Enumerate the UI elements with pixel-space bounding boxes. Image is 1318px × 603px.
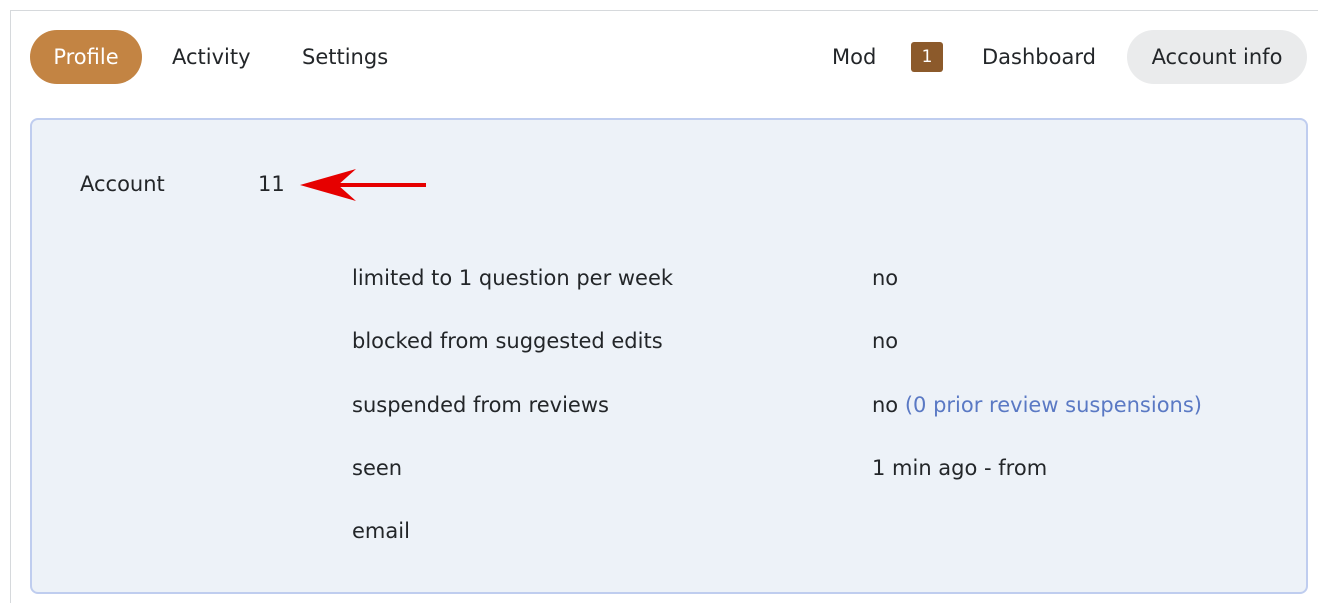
row-label-question-limit: limited to 1 question per week	[352, 266, 674, 290]
row-value-suggested-edits: no	[872, 329, 899, 353]
tab-settings[interactable]: Settings	[302, 30, 388, 84]
row-value-question-limit: no	[872, 266, 899, 290]
tab-profile[interactable]: Profile	[30, 30, 142, 84]
tab-mod[interactable]: Mod	[832, 30, 876, 84]
mod-count-badge[interactable]: 1	[911, 42, 943, 72]
row-value-seen: 1 min ago - from	[872, 456, 1048, 480]
row-label-review-suspension: suspended from reviews	[352, 393, 609, 417]
prior-review-suspensions-link[interactable]: (0 prior review suspensions)	[905, 393, 1202, 417]
account-id-value: 11	[258, 172, 285, 196]
profile-nav: Profile Activity Settings Mod 1 Dashboar…	[0, 0, 1318, 115]
row-label-suggested-edits: blocked from suggested edits	[352, 329, 663, 353]
account-info-panel: Account 11 limited to 1 question per wee…	[30, 118, 1308, 594]
tab-account-info[interactable]: Account info	[1127, 30, 1307, 84]
row-value-review-suspension: no (0 prior review suspensions)	[872, 393, 1202, 417]
review-suspension-status: no	[872, 393, 899, 417]
tab-dashboard[interactable]: Dashboard	[982, 30, 1096, 84]
row-label-email: email	[352, 519, 410, 543]
row-label-seen: seen	[352, 456, 403, 480]
tab-activity[interactable]: Activity	[172, 30, 251, 84]
red-arrow-icon	[300, 169, 426, 201]
account-label: Account	[80, 172, 165, 196]
